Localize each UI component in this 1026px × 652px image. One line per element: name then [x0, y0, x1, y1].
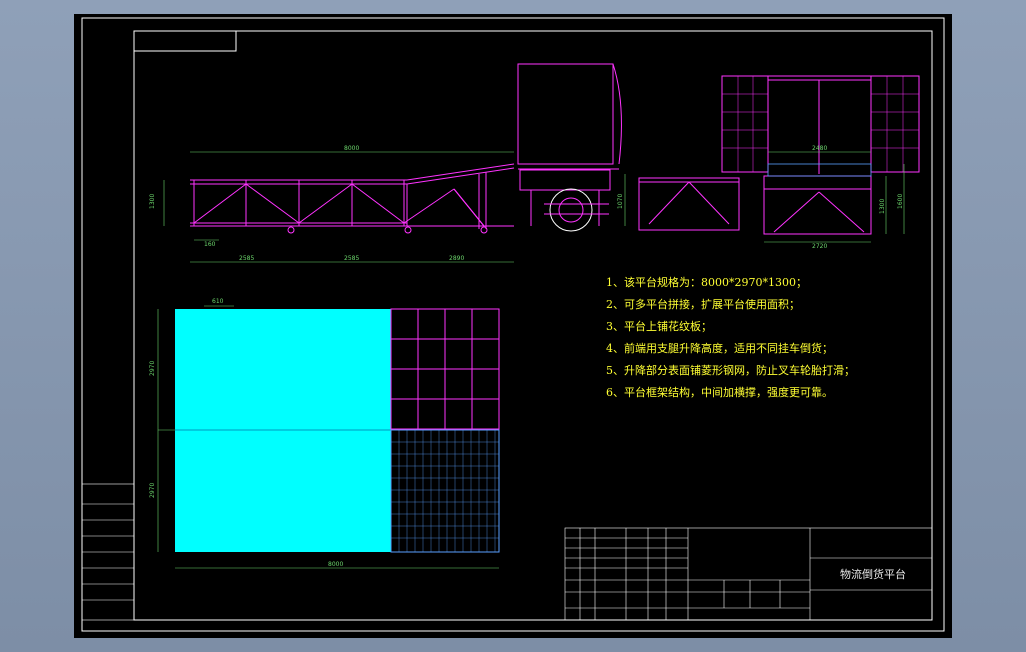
- dim-side-height2: 1600: [897, 194, 904, 209]
- dim-plan-offset: 610: [212, 298, 224, 305]
- dim-plan-width-top: 2970: [149, 361, 156, 376]
- cad-drawing-sheet: 8000 1300 160 2585 2585 2890 1070 2480 2…: [74, 14, 952, 638]
- dim-seg1: 2585: [239, 255, 254, 262]
- dim-height-left: 1300: [149, 194, 156, 209]
- note-1: 1、该平台规格为：8000*2970*1300；: [606, 275, 807, 289]
- note-2: 2、可多平台拼接，扩展平台使用面积；: [606, 297, 800, 311]
- dim-seg2: 2585: [344, 255, 359, 262]
- dim-plan-width-bottom: 2970: [149, 483, 156, 498]
- dim-offset-small: 160: [204, 241, 216, 248]
- note-5: 5、升降部分表面铺菱形钢网，防止叉车轮胎打滑；: [606, 363, 855, 377]
- dim-plan-length: 8000: [328, 561, 343, 568]
- end-view: [638, 75, 920, 235]
- plan-mesh-area: [390, 429, 500, 553]
- truck-side-view: [517, 63, 622, 232]
- left-revision-strip: [81, 483, 135, 621]
- corner-box: [133, 30, 237, 52]
- drawing-title: 物流倒货平台: [840, 567, 906, 581]
- drawing-svg: 8000 1300 160 2585 2585 2890 1070 2480 2…: [81, 17, 945, 632]
- dim-ramp-height: 1070: [617, 194, 624, 209]
- note-6: 6、平台框架结构，中间加横撑，强度更可靠。: [606, 385, 833, 399]
- note-4: 4、前端用支腿升降高度，适用不同挂车倒货；: [606, 341, 833, 355]
- dim-side-width: 2480: [812, 145, 827, 152]
- dim-side-height: 1300: [879, 199, 886, 214]
- plan-mesh-lines: [391, 430, 499, 552]
- note-3: 3、平台上铺花纹板；: [606, 319, 712, 333]
- dim-top-length: 8000: [344, 145, 359, 152]
- plan-deck: [175, 309, 391, 552]
- dim-bottom-width: 2720: [812, 243, 827, 250]
- end-view-dim-lines: [764, 151, 905, 243]
- dim-seg3: 2890: [449, 255, 464, 262]
- side-elevation: [190, 163, 515, 234]
- plan-frame-grid: [390, 308, 500, 430]
- end-view-grid: [722, 76, 919, 172]
